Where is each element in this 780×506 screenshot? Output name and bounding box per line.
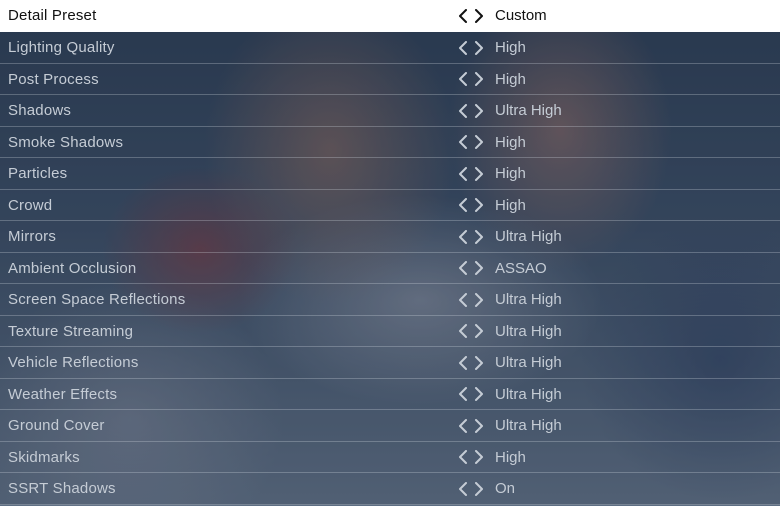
setting-row-weather-effects[interactable]: Weather Effects Ultra High xyxy=(0,378,780,410)
setting-value: High xyxy=(495,39,526,56)
chevron-right-icon[interactable] xyxy=(474,387,484,401)
chevron-right-icon[interactable] xyxy=(474,166,484,181)
chevron-right-icon[interactable] xyxy=(474,261,484,275)
value-selector xyxy=(458,284,484,315)
value-selector xyxy=(458,442,484,473)
chevron-right-icon[interactable] xyxy=(474,9,484,23)
setting-label: Skidmarks xyxy=(8,448,80,466)
setting-row-ground-cover[interactable]: Ground Cover Ultra High xyxy=(0,410,780,442)
chevron-left-icon[interactable] xyxy=(458,292,468,307)
graphics-settings-list: Detail Preset Custom Lighting Quality High P… xyxy=(0,0,780,505)
chevron-left-icon[interactable] xyxy=(458,450,468,464)
setting-label: Crowd xyxy=(8,196,53,214)
setting-value: High xyxy=(495,165,526,182)
chevron-left-icon[interactable] xyxy=(458,324,468,338)
value-selector xyxy=(458,0,484,32)
setting-row-lighting-quality[interactable]: Lighting Quality High xyxy=(0,32,780,64)
setting-row-post-process[interactable]: Post Process High xyxy=(0,63,780,95)
setting-row-detail-preset[interactable]: Detail Preset Custom xyxy=(0,0,780,32)
setting-row-vehicle-reflections[interactable]: Vehicle Reflections Ultra High xyxy=(0,347,780,379)
setting-label: Shadows xyxy=(8,102,72,119)
chevron-right-icon[interactable] xyxy=(474,229,484,244)
setting-row-ssrt-shadows[interactable]: SSRT Shadows On xyxy=(0,473,780,505)
value-selector xyxy=(458,410,484,441)
setting-value: Ultra High xyxy=(495,417,562,434)
setting-label: Mirrors xyxy=(8,228,57,245)
setting-label: Ground Cover xyxy=(8,417,105,434)
setting-label: Detail Preset xyxy=(8,7,97,24)
setting-label: Ambient Occlusion xyxy=(8,259,137,277)
setting-row-crowd[interactable]: Crowd High xyxy=(0,189,780,221)
chevron-right-icon[interactable] xyxy=(474,418,484,433)
chevron-right-icon[interactable] xyxy=(474,72,484,86)
value-selector xyxy=(458,95,484,126)
chevron-right-icon[interactable] xyxy=(474,481,484,496)
setting-label: Lighting Quality xyxy=(8,39,115,56)
setting-row-mirrors[interactable]: Mirrors Ultra High xyxy=(0,221,780,253)
chevron-left-icon[interactable] xyxy=(458,166,468,181)
value-selector xyxy=(458,379,484,410)
value-selector xyxy=(458,221,484,252)
chevron-right-icon[interactable] xyxy=(474,450,484,464)
setting-label: Vehicle Reflections xyxy=(8,354,139,371)
value-selector xyxy=(458,64,484,95)
value-selector xyxy=(458,127,484,158)
setting-value: Ultra High xyxy=(495,322,562,340)
setting-label: Weather Effects xyxy=(8,385,118,403)
setting-label: Smoke Shadows xyxy=(8,133,124,151)
setting-label: Particles xyxy=(8,165,68,182)
chevron-right-icon[interactable] xyxy=(474,292,484,307)
setting-row-texture-streaming[interactable]: Texture Streaming Ultra High xyxy=(0,315,780,347)
chevron-right-icon[interactable] xyxy=(474,198,484,212)
chevron-left-icon[interactable] xyxy=(458,229,468,244)
value-selector xyxy=(458,253,484,284)
setting-value: On xyxy=(495,480,516,497)
chevron-left-icon[interactable] xyxy=(458,9,468,23)
chevron-left-icon[interactable] xyxy=(458,261,468,275)
setting-label: Screen Space Reflections xyxy=(8,291,186,308)
value-selector xyxy=(458,473,484,504)
setting-value: High xyxy=(495,133,526,151)
setting-row-smoke-shadows[interactable]: Smoke Shadows High xyxy=(0,126,780,158)
setting-label: SSRT Shadows xyxy=(8,480,116,497)
setting-row-particles[interactable]: Particles High xyxy=(0,158,780,190)
value-selector xyxy=(458,316,484,347)
setting-value: High xyxy=(495,196,526,214)
setting-value: Ultra High xyxy=(495,291,562,308)
chevron-left-icon[interactable] xyxy=(458,72,468,86)
setting-label: Texture Streaming xyxy=(8,322,134,340)
setting-value: Ultra High xyxy=(495,228,562,245)
setting-value: Ultra High xyxy=(495,102,562,119)
value-selector xyxy=(458,32,484,63)
chevron-right-icon[interactable] xyxy=(474,103,484,118)
setting-value: Ultra High xyxy=(495,354,562,371)
chevron-right-icon[interactable] xyxy=(474,135,484,149)
value-selector xyxy=(458,347,484,378)
chevron-left-icon[interactable] xyxy=(458,135,468,149)
setting-row-ambient-occlusion[interactable]: Ambient Occlusion ASSAO xyxy=(0,252,780,284)
setting-value: High xyxy=(495,448,526,466)
chevron-left-icon[interactable] xyxy=(458,40,468,55)
setting-row-screen-space-reflections[interactable]: Screen Space Reflections Ultra High xyxy=(0,284,780,316)
value-selector xyxy=(458,190,484,221)
chevron-right-icon[interactable] xyxy=(474,355,484,370)
value-selector xyxy=(458,158,484,189)
chevron-left-icon[interactable] xyxy=(458,418,468,433)
setting-row-skidmarks[interactable]: Skidmarks High xyxy=(0,441,780,473)
chevron-right-icon[interactable] xyxy=(474,40,484,55)
setting-row-shadows[interactable]: Shadows Ultra High xyxy=(0,95,780,127)
setting-value: ASSAO xyxy=(495,259,547,277)
chevron-right-icon[interactable] xyxy=(474,324,484,338)
chevron-left-icon[interactable] xyxy=(458,103,468,118)
setting-label: Post Process xyxy=(8,70,99,88)
setting-value: Custom xyxy=(495,7,547,24)
chevron-left-icon[interactable] xyxy=(458,387,468,401)
setting-value: Ultra High xyxy=(495,385,562,403)
setting-value: High xyxy=(495,70,526,88)
chevron-left-icon[interactable] xyxy=(458,481,468,496)
chevron-left-icon[interactable] xyxy=(458,355,468,370)
chevron-left-icon[interactable] xyxy=(458,198,468,212)
